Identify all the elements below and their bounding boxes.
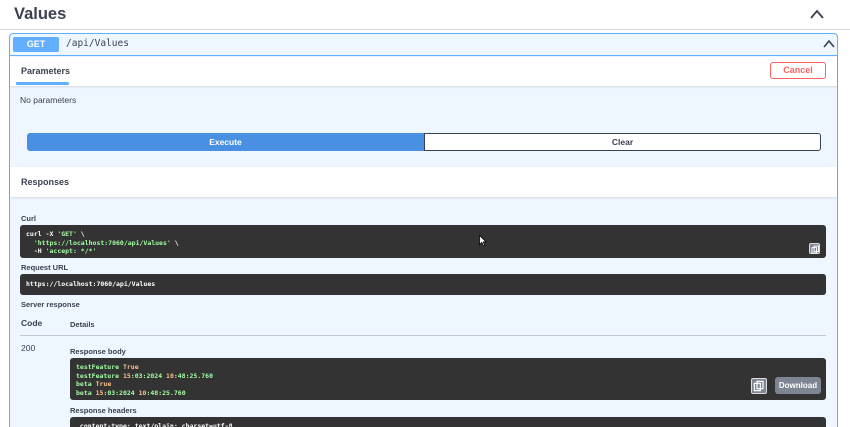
parameters-bar: Parameters Cancel (10, 57, 837, 86)
body-l2-rest: :48:25.760 (173, 371, 213, 380)
curl-line1-end: \ (76, 230, 85, 238)
curl-code[interactable]: curl -X 'GET' \ 'https://localhost:7060/… (20, 225, 826, 258)
curl-header: 'accept: */*' (45, 247, 97, 255)
body-l2-mid: :03:2024 (130, 371, 167, 380)
curl-method: 'GET' (57, 230, 77, 238)
details-column-header: Details (70, 320, 95, 329)
execute-button[interactable]: Execute (27, 133, 424, 151)
operation-path: /api/Values (66, 38, 129, 49)
operation-summary[interactable]: GET /api/Values (10, 34, 837, 56)
body-l2-date: 15 (122, 371, 131, 380)
cancel-button[interactable]: Cancel (770, 62, 826, 79)
chevron-up-icon[interactable] (809, 7, 825, 21)
body-l4-rest: :48:25.760 (146, 388, 186, 397)
body-l4-mid: :03:2024 (103, 388, 139, 397)
body-l2-key: testFeature (76, 371, 123, 380)
clear-button[interactable]: Clear (424, 133, 821, 151)
response-headers-code[interactable]: content-type: text/plain; charset=utf-8 (70, 417, 826, 427)
method-badge: GET (13, 37, 59, 52)
status-code: 200 (21, 343, 36, 353)
response-body-code[interactable]: testFeature True testFeature 15:03:2024 … (70, 358, 826, 400)
mouse-pointer-icon (479, 235, 487, 247)
server-response-label: Server response (21, 300, 80, 309)
body-l3-key: beta (76, 380, 96, 388)
body-l1-key: testFeature (76, 363, 123, 371)
copy-icon (811, 245, 819, 254)
copy-curl-button[interactable] (809, 243, 820, 254)
body-l4-key: beta (76, 388, 96, 397)
tab-parameters[interactable]: Parameters (21, 66, 70, 76)
response-body-label: Response body (70, 347, 126, 356)
execute-wrapper: Execute Clear (27, 133, 821, 151)
curl-line2-pad (26, 239, 34, 247)
body-l2-hour: 10 (166, 371, 174, 380)
table-divider (20, 335, 826, 336)
request-url-code[interactable]: https://localhost:7060/api/Values (20, 274, 826, 295)
curl-line2-end: \ (170, 238, 179, 247)
copy-icon (753, 380, 764, 392)
responses-title: Responses (21, 177, 70, 187)
no-parameters-text: No parameters (20, 95, 77, 105)
curl-label: Curl (21, 214, 36, 223)
section-title: Values (14, 5, 67, 23)
download-button[interactable]: Download (775, 377, 821, 394)
response-headers-label: Response headers (70, 406, 137, 415)
tab-underline (16, 82, 69, 85)
body-l1-val: True (122, 363, 139, 371)
request-url-label: Request URL (21, 263, 69, 272)
section-header[interactable]: Values (0, 0, 850, 30)
copy-body-button[interactable] (751, 378, 767, 394)
curl-url: 'https://localhost:7060/api/Values' (33, 238, 171, 247)
curl-line1-cmd: curl -X (26, 230, 58, 238)
responses-bar: Responses (10, 167, 837, 197)
curl-line3-cmd: -H (26, 247, 46, 255)
body-l3-val: True (95, 380, 112, 388)
operation-block: GET /api/Values Parameters Cancel No par… (9, 33, 838, 427)
code-column-header: Code (21, 318, 43, 328)
chevron-up-icon[interactable] (823, 39, 835, 49)
